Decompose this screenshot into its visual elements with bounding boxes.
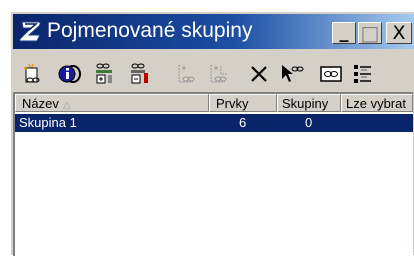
- delete-icon: [251, 66, 267, 82]
- group-view-button[interactable]: [319, 62, 343, 86]
- close-icon: X: [392, 22, 406, 44]
- select-elements-button[interactable]: [280, 62, 304, 86]
- remove-elements-icon: [131, 63, 148, 84]
- add-elements-button[interactable]: [93, 62, 117, 86]
- row-skupiny: 0: [305, 115, 313, 130]
- group-view-icon: [320, 66, 342, 82]
- close-button[interactable]: X: [386, 22, 412, 44]
- column-lze-vybrat-label: Lze vybrat: [346, 96, 406, 111]
- table-row[interactable]: Skupina 1 6 0: [15, 114, 413, 132]
- title-bar[interactable]: Pojmenované skupiny _ □ X: [13, 14, 414, 49]
- add-to-group-button[interactable]: [175, 62, 199, 86]
- toolbar: [13, 52, 414, 92]
- minimize-icon: _: [339, 22, 349, 43]
- column-header-lze-vybrat[interactable]: Lze vybrat: [341, 94, 413, 112]
- column-header-skupiny[interactable]: Skupiny: [277, 94, 341, 112]
- new-group-icon: [23, 63, 40, 83]
- remove-elements-button[interactable]: [128, 62, 152, 86]
- properties-button[interactable]: [57, 62, 81, 86]
- app-logo-icon: [19, 21, 41, 42]
- info-icon: [58, 65, 81, 83]
- add-elements-icon: [96, 63, 112, 84]
- column-name-label: Název: [22, 96, 59, 111]
- details-view-button[interactable]: [351, 62, 375, 86]
- row-name: Skupina 1: [19, 115, 77, 130]
- minimize-button[interactable]: _: [332, 22, 356, 44]
- new-group-button[interactable]: [21, 62, 45, 86]
- maximize-button[interactable]: □: [358, 22, 382, 44]
- groups-list[interactable]: Název △ Prvky Skupiny Lze vybrat Skupina …: [13, 92, 413, 256]
- column-header-name[interactable]: Název △: [15, 94, 209, 112]
- select-icon: [282, 65, 304, 82]
- column-skupiny-label: Skupiny: [282, 96, 329, 111]
- remove-from-group-button[interactable]: [207, 62, 231, 86]
- remove-from-group-icon: [210, 65, 227, 83]
- list-header: Název △ Prvky Skupiny Lze vybrat: [15, 94, 413, 112]
- add-to-group-icon: [178, 65, 195, 83]
- column-header-prvky[interactable]: Prvky: [209, 94, 277, 112]
- window-title: Pojmenované skupiny: [47, 19, 253, 42]
- column-prvky-label: Prvky: [216, 96, 249, 111]
- named-groups-window: Pojmenované skupiny _ □ X Název △ Prvky …: [10, 11, 414, 256]
- details-list-icon: [354, 65, 371, 83]
- row-prvky: 6: [239, 115, 247, 130]
- maximize-icon: □: [360, 21, 380, 45]
- delete-button[interactable]: [247, 62, 271, 86]
- sort-ascending-icon: △: [62, 100, 71, 111]
